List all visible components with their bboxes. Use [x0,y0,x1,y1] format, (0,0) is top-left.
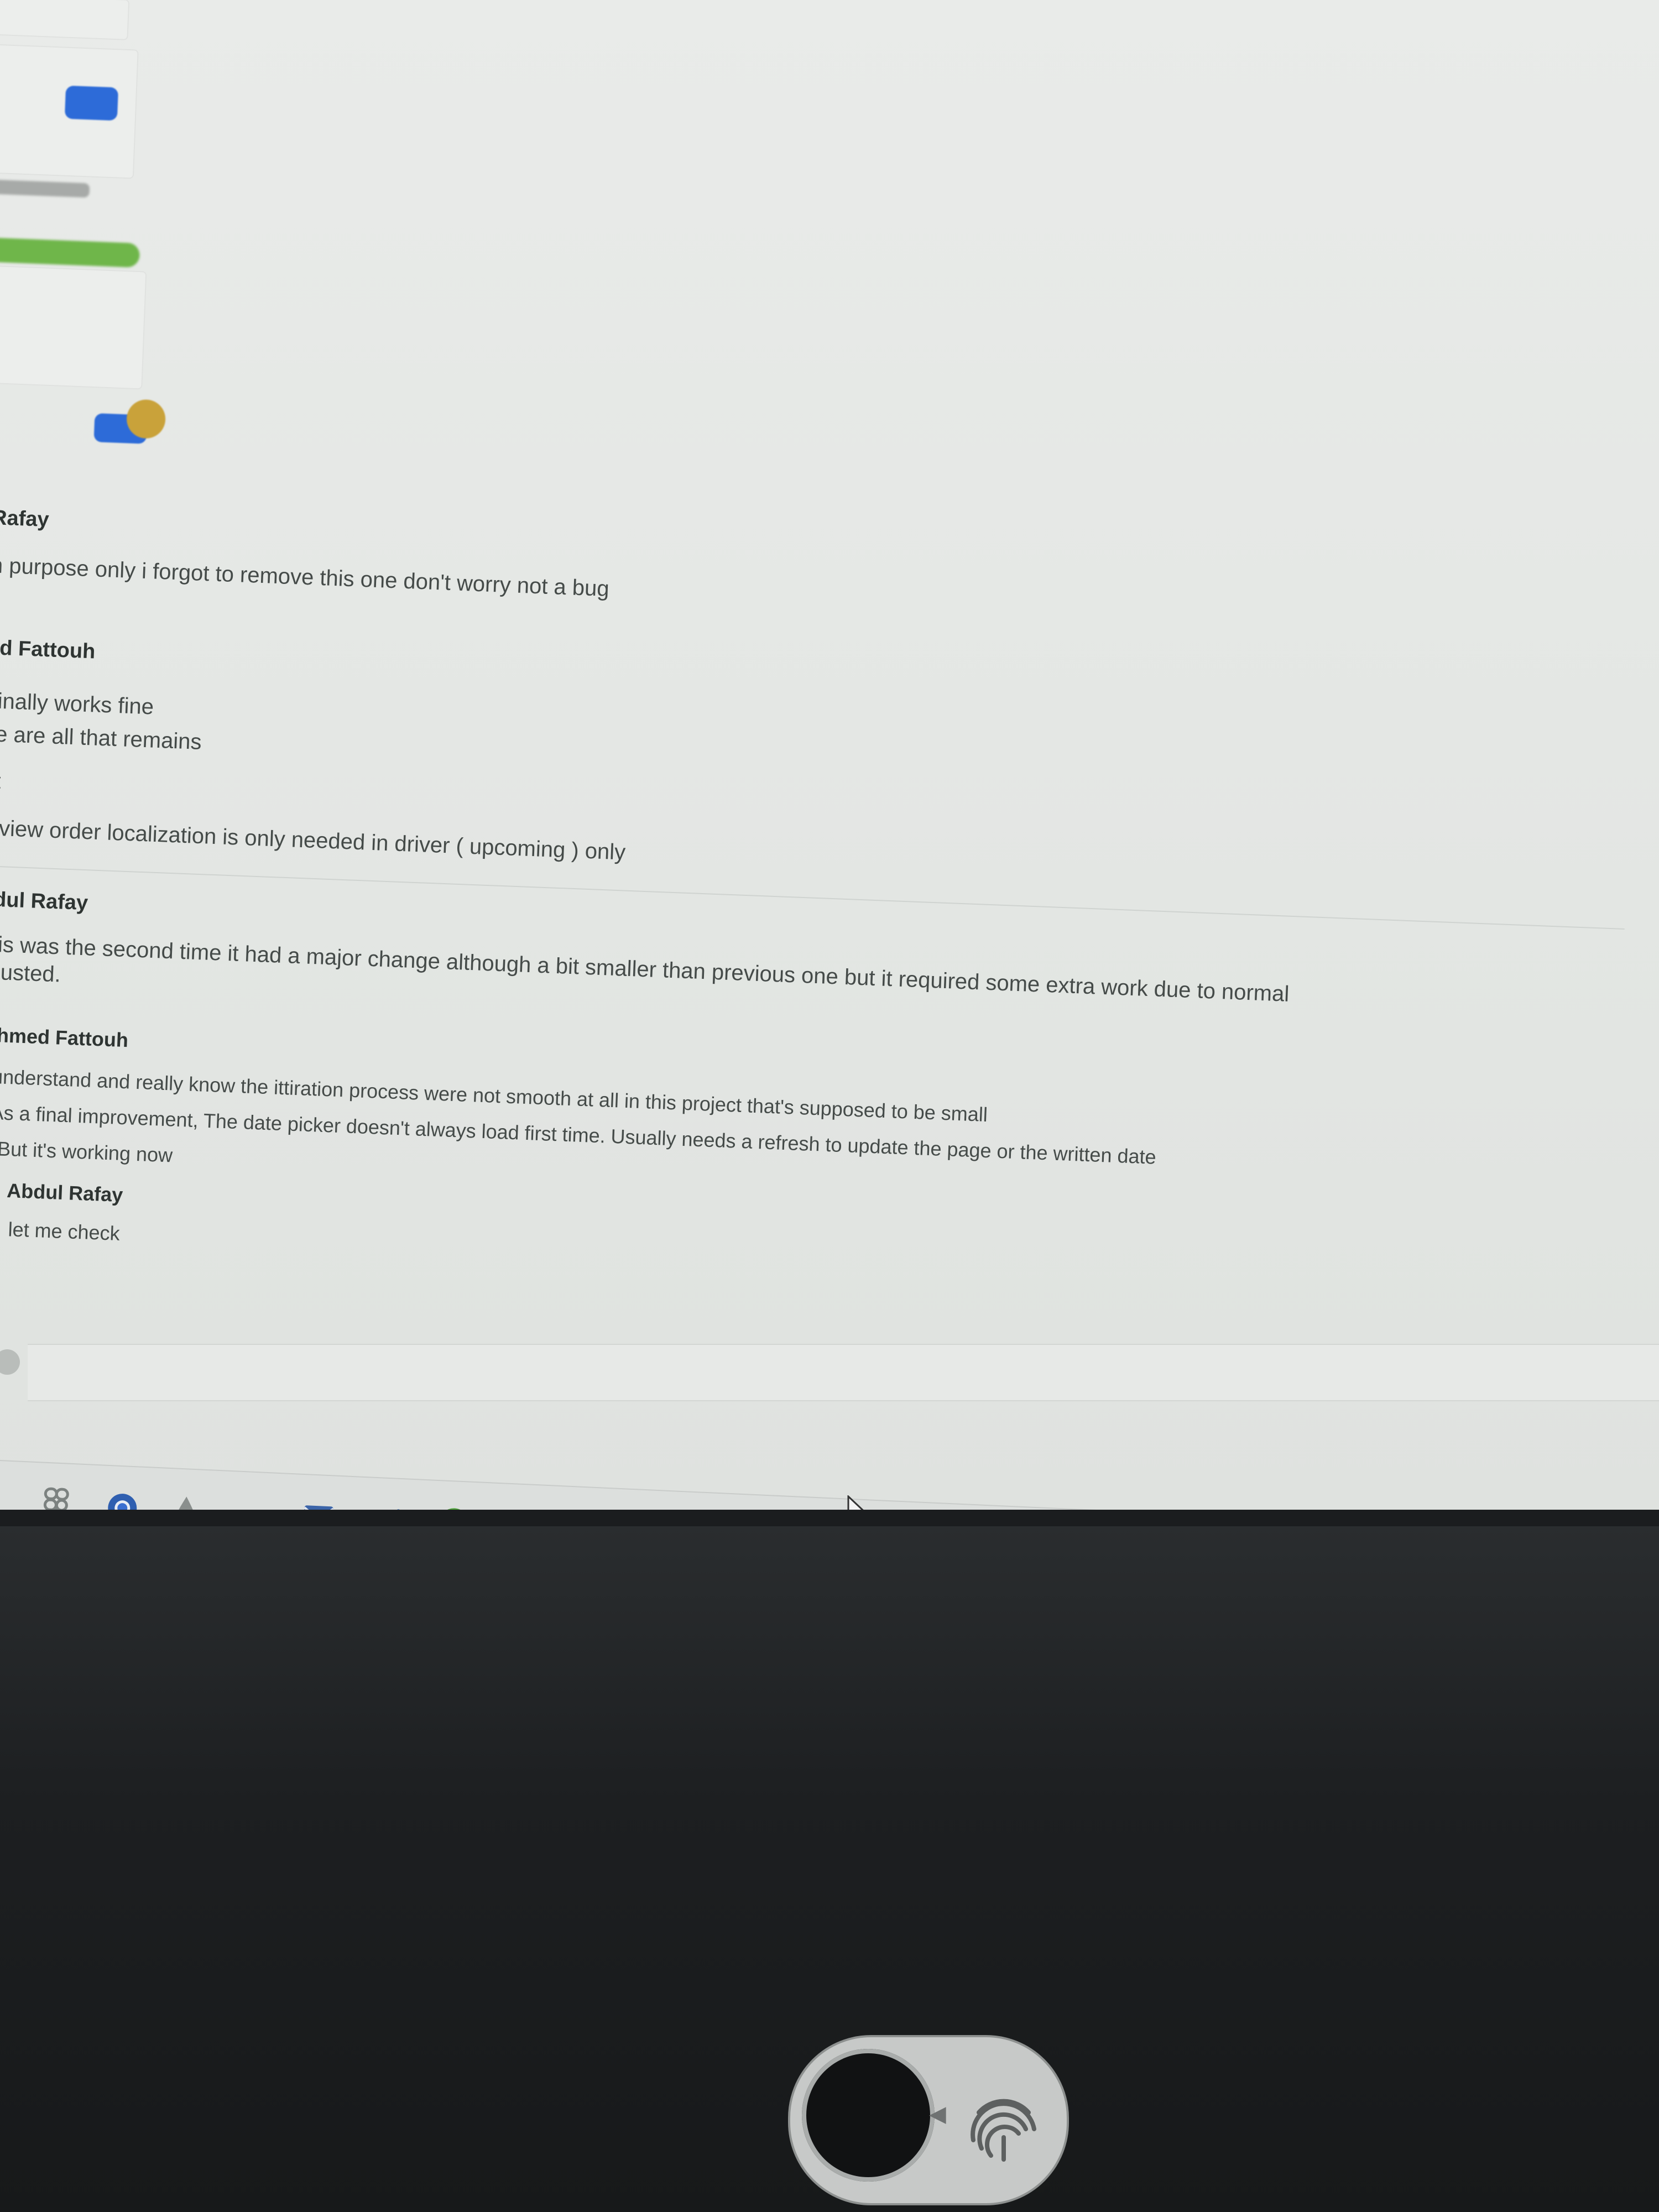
arrow-left-icon: ◀ [929,2102,946,2126]
message-text: eat [0,768,2,794]
message-text: he view order localization is only neede… [0,815,627,865]
mouse-cursor-icon [846,1493,870,1510]
screen: l Rafay gn purpose only i forgot to remo… [0,0,1659,1510]
preview-card [0,0,130,40]
message-text: o finally works fine [0,688,154,719]
message-text: gn purpose only i forgot to remove this … [0,552,610,602]
message-5: Abdul Rafay let me check [0,0,1658,1245]
message-author: Abdul Rafay [6,1179,124,1207]
message-text: This was the second time it had a major … [0,931,1290,1006]
message-2: ned Fattouh o finally works fine ese are… [0,0,1658,864]
check-icon[interactable] [364,1500,405,1510]
xbox-icon[interactable] [503,1506,543,1510]
blurred-preview [0,0,182,482]
preview-bar [0,179,90,198]
message-author: Abdul Rafay [0,886,88,915]
thread-divider [0,864,1625,930]
message-3: Abdul Rafay This was the second time it … [0,0,1658,1006]
figma-icon[interactable] [36,1485,76,1510]
utorrent-icon[interactable] [434,1503,474,1510]
message-4: Ahmed Fattouh I understand and really kn… [0,0,1658,1168]
message-text: ese are all that remains [0,721,202,754]
message-author: l Rafay [0,505,50,532]
message-text: adjusted. [0,959,61,987]
fingerprint-icon[interactable] [957,2079,1051,2173]
message-text: But it's working now [0,1137,173,1167]
message-text: let me check [7,1218,121,1245]
drop-icon[interactable] [166,1491,206,1510]
preview-button[interactable] [64,85,119,121]
message-input[interactable] [28,1344,1659,1401]
message-author: ned Fattouh [0,635,96,664]
preview-card [0,265,147,390]
chat-panel: l Rafay gn purpose only i forgot to remo… [0,0,1658,1500]
preview-progress-bar [0,237,140,268]
power-button[interactable] [802,2049,935,2182]
message-1: l Rafay gn purpose only i forgot to remo… [0,0,1658,601]
mail-icon[interactable] [298,1497,338,1510]
message-author: Ahmed Fattouh [0,1023,129,1052]
browser-icon[interactable] [102,1488,143,1510]
